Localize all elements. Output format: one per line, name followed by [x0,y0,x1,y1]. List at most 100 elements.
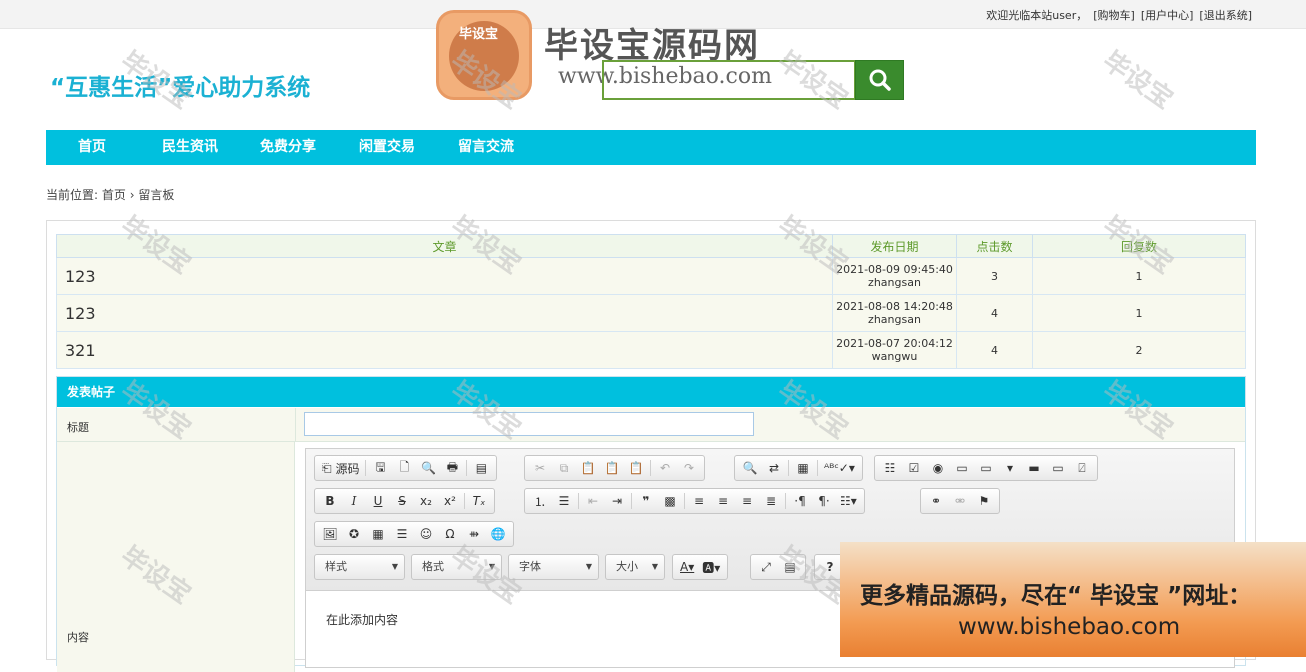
help-icon[interactable]: ? [818,556,842,578]
unlink-icon[interactable]: ⚮ [948,490,972,512]
cart-link[interactable]: [购物车] [1093,9,1135,22]
ad-line1: 更多精品源码，尽在“ 毕设宝 ”网址： [860,583,1252,609]
select-icon[interactable]: ▾ [998,457,1022,479]
align-right-icon[interactable]: ≡ [735,490,759,512]
replace-icon[interactable]: ⇄ [762,457,786,479]
nav-news[interactable]: 民生资讯 [162,130,218,165]
underline-icon[interactable]: U [366,490,390,512]
content-label: 内容 [67,631,89,644]
post-author: zhangsan [868,313,921,326]
post-replies: 1 [1032,257,1246,295]
select-all-icon[interactable]: ▦ [791,457,815,479]
checkbox-icon[interactable]: ☑ [902,457,926,479]
ad-banner[interactable]: 更多精品源码，尽在“ 毕设宝 ”网址： www.bishebao.com [840,542,1306,657]
nav-trade[interactable]: 闲置交易 [359,130,415,165]
indent-icon[interactable]: ⇥ [605,490,629,512]
user-center-link[interactable]: [用户中心] [1141,9,1194,22]
textfield-icon[interactable]: ▭ [950,457,974,479]
subscript-icon[interactable]: x₂ [414,490,438,512]
blockquote-icon[interactable]: ❞ [634,490,658,512]
align-left-icon[interactable]: ≡ [687,490,711,512]
rtl-icon[interactable]: ¶· [812,490,836,512]
form-icon[interactable]: ☷ [878,457,902,479]
nav-share[interactable]: 免费分享 [260,130,316,165]
post-title[interactable]: 123 [56,257,833,295]
image-icon[interactable]: 🖼 [318,523,342,545]
align-center-icon[interactable]: ≡ [711,490,735,512]
nav-message[interactable]: 留言交流 [458,130,514,165]
textarea-icon[interactable]: ▭ [974,457,998,479]
breadcrumb-home[interactable]: 首页 [102,188,126,202]
bold-icon[interactable]: B [318,490,342,512]
special-char-icon[interactable]: Ω [438,523,462,545]
table-icon[interactable]: ▦ [366,523,390,545]
save-icon[interactable]: 🖫 [368,457,392,479]
search-input[interactable] [602,60,856,100]
language-icon[interactable]: ☷▾ [836,490,861,512]
cut-icon[interactable]: ✂ [528,457,552,479]
justify-icon[interactable]: ≣ [759,490,783,512]
font-select[interactable]: 字体 ▼ [508,554,599,580]
div-icon[interactable]: ▩ [658,490,682,512]
image-button-icon[interactable]: ▭ [1046,457,1070,479]
ad-url[interactable]: www.bishebao.com [958,614,1180,640]
superscript-icon[interactable]: x² [438,490,462,512]
logout-link[interactable]: [退出系统] [1199,9,1252,22]
title-input[interactable] [304,412,754,436]
post-author: zhangsan [868,276,921,289]
show-blocks-icon[interactable]: ▤ [778,556,802,578]
find-icon[interactable]: 🔍 [738,457,762,479]
undo-icon[interactable]: ↶ [653,457,677,479]
table-row[interactable]: 123 2021-08-09 09:45:40 zhangsan 3 1 [56,257,1246,295]
col-date: 发布日期 [832,234,957,258]
post-title[interactable]: 123 [56,294,833,332]
editor-content[interactable]: 在此添加内容 [326,611,398,628]
strike-icon[interactable]: S [390,490,414,512]
paste-word-icon[interactable]: 📋 [624,457,648,479]
posts-table: 文章 发布日期 点击数 回复数 123 2021-08-09 09:45:40 z… [56,234,1246,369]
maximize-icon[interactable]: ⤢ [754,556,778,578]
link-icon[interactable]: ⚭ [924,490,948,512]
user-links: 欢迎光临本站user， [购物车] [用户中心] [退出系统] [980,7,1252,23]
format-select[interactable]: 格式 ▼ [411,554,502,580]
spellcheck-icon[interactable]: ᴬᴮᶜ✓▾ [820,457,859,479]
paste-icon[interactable]: 📋 [576,457,600,479]
hidden-field-icon[interactable]: ⍁ [1070,457,1094,479]
remove-format-icon[interactable]: Tₓ [467,490,491,512]
size-select[interactable]: 大小 ▼ [605,554,665,580]
page-break-icon[interactable]: ⇻ [462,523,486,545]
bg-color-icon[interactable]: 🅰▾ [698,556,724,578]
iframe-icon[interactable]: 🌐 [486,523,510,545]
bullet-list-icon[interactable]: ☰ [552,490,576,512]
style-select[interactable]: 样式 ▼ [314,554,405,580]
anchor-flag-icon[interactable]: ⚑ [972,490,996,512]
new-page-icon[interactable]: 🗋 [392,457,416,479]
post-clicks: 3 [956,257,1033,295]
source-button[interactable]: ⎗ 源码 [318,457,363,479]
paste-text-icon[interactable]: 📋 [600,457,624,479]
text-color-icon[interactable]: A▾ [676,556,698,578]
outdent-icon[interactable]: ⇤ [581,490,605,512]
post-title[interactable]: 321 [56,331,833,369]
form-header: 发表帖子 [57,377,1245,407]
welcome-text: 欢迎光临本站user， [986,9,1088,22]
post-date: 2021-08-09 09:45:40 [836,263,953,276]
nav-home[interactable]: 首页 [78,130,106,165]
ltr-icon[interactable]: ·¶ [788,490,812,512]
smiley-icon[interactable]: ☺ [414,523,438,545]
redo-icon[interactable]: ↷ [677,457,701,479]
copy-icon[interactable]: ⧉ [552,457,576,479]
templates-icon[interactable]: ▤ [469,457,493,479]
search-button[interactable] [855,60,904,100]
preview-icon[interactable]: 🔍 [416,457,440,479]
print-icon[interactable]: 🖶 [440,457,464,479]
numbered-list-icon[interactable]: ⒈ [528,490,552,512]
radio-icon[interactable]: ◉ [926,457,950,479]
italic-icon[interactable]: I [342,490,366,512]
table-row[interactable]: 321 2021-08-07 20:04:12 wangwu 4 2 [56,331,1246,369]
flash-icon[interactable]: ✪ [342,523,366,545]
button-icon[interactable]: ▬ [1022,457,1046,479]
horizontal-rule-icon[interactable]: ☰ [390,523,414,545]
table-row[interactable]: 123 2021-08-08 14:20:48 zhangsan 4 1 [56,294,1246,332]
post-date: 2021-08-08 14:20:48 [836,300,953,313]
